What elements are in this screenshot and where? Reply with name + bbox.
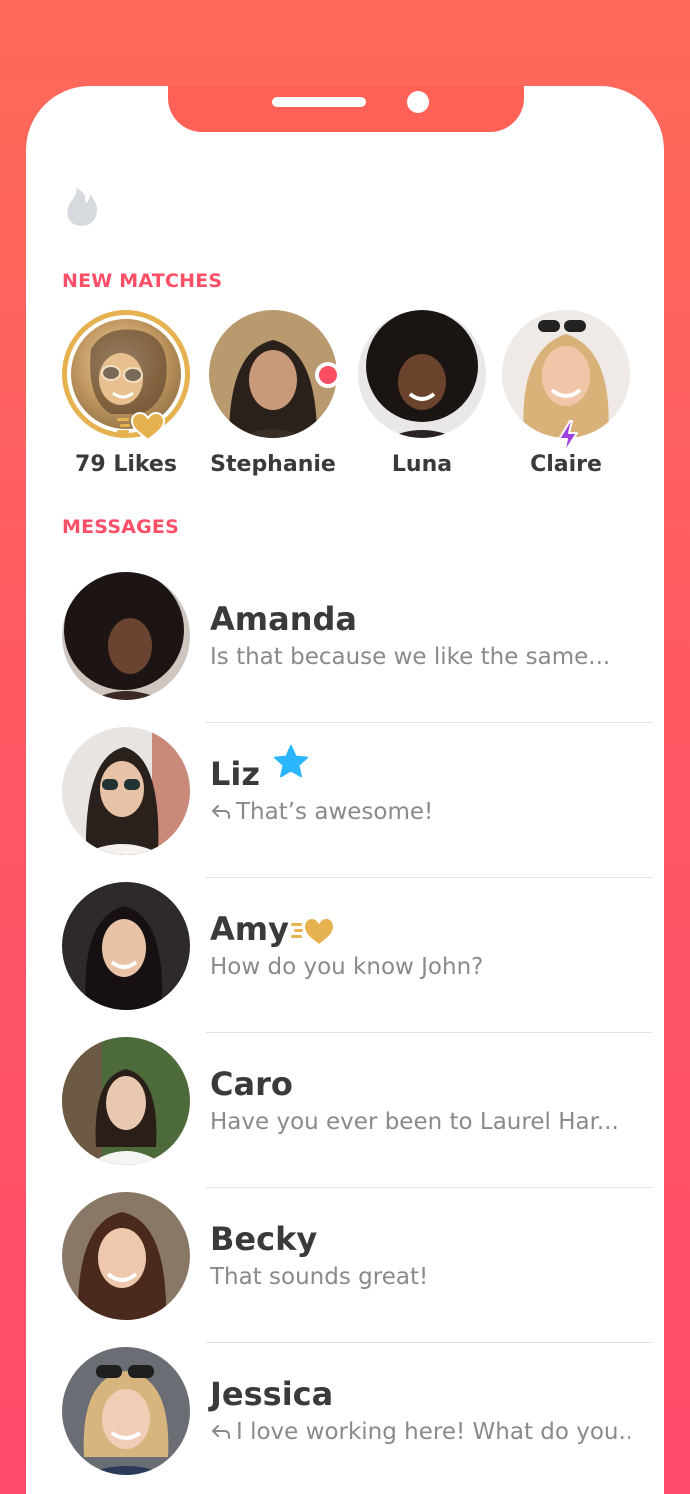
avatar-photo — [62, 1347, 190, 1475]
match-name: 79 Likes — [75, 452, 177, 477]
avatar-photo — [62, 882, 190, 1010]
star-icon — [274, 745, 308, 778]
message-preview: How do you know John? — [210, 954, 484, 980]
contact-name: Jessica — [210, 1375, 334, 1413]
contact-name: Amy — [210, 910, 289, 948]
avatar — [62, 572, 190, 700]
match-likes[interactable]: 79 Likes — [56, 310, 196, 477]
online-dot — [315, 362, 341, 388]
message-preview: That sounds great! — [210, 1264, 429, 1290]
bolt-icon — [558, 420, 578, 454]
match-claire[interactable]: Claire — [496, 310, 636, 477]
message-row[interactable]: Caro Have you ever been to Laurel Har... — [26, 1033, 664, 1188]
gold-heart-icon — [291, 919, 333, 944]
contact-name: Caro — [210, 1065, 293, 1103]
avatar-photo — [62, 727, 190, 855]
avatar — [502, 310, 630, 454]
avatar-photo — [502, 310, 630, 438]
avatar — [62, 1192, 190, 1320]
message-preview: Is that because we like the same... — [210, 644, 611, 670]
avatar-photo — [62, 572, 190, 700]
new-matches-title: NEW MATCHES — [62, 270, 223, 292]
contact-name: Liz — [210, 755, 260, 793]
avatar — [62, 882, 190, 1010]
app-content: NEW MATCHES 79 Likes Stephanie Luna Clai… — [26, 86, 664, 1494]
match-stephanie[interactable]: Stephanie — [203, 310, 343, 477]
message-preview: Have you ever been to Laurel Har... — [210, 1109, 619, 1135]
avatar — [358, 310, 486, 438]
message-row[interactable]: Amanda Is that because we like the same.… — [26, 568, 664, 723]
message-row[interactable]: Jessica I love working here! What do you… — [26, 1343, 664, 1494]
match-name: Luna — [391, 452, 453, 477]
avatar-photo — [358, 310, 486, 438]
match-luna[interactable]: Luna — [352, 310, 492, 477]
contact-name: Amanda — [210, 600, 357, 638]
message-preview: That’s awesome! — [210, 799, 630, 825]
flame-icon[interactable] — [62, 184, 100, 228]
contact-name: Becky — [210, 1220, 318, 1258]
match-name: Stephanie — [210, 452, 336, 477]
avatar — [62, 1347, 190, 1475]
new-matches-list: 79 Likes Stephanie Luna Claire — [26, 310, 664, 480]
message-row[interactable]: Becky That sounds great! — [26, 1188, 664, 1343]
gold-heart-icon — [117, 411, 165, 442]
avatar — [62, 310, 190, 442]
avatar — [209, 310, 341, 438]
match-name: Claire — [530, 452, 602, 477]
messages-title: MESSAGES — [62, 516, 179, 538]
avatar — [62, 727, 190, 855]
avatar-photo — [62, 1192, 190, 1320]
message-row[interactable]: Amy How do you know John? — [26, 878, 664, 1033]
messages-list: Amanda Is that because we like the same.… — [26, 568, 664, 1494]
avatar-photo — [62, 1037, 190, 1165]
reply-icon — [212, 1425, 230, 1439]
avatar — [62, 1037, 190, 1165]
message-preview: I love working here! What do you... — [210, 1419, 630, 1445]
reply-icon — [212, 805, 230, 819]
message-row[interactable]: Liz That’s awesome! — [26, 723, 664, 878]
